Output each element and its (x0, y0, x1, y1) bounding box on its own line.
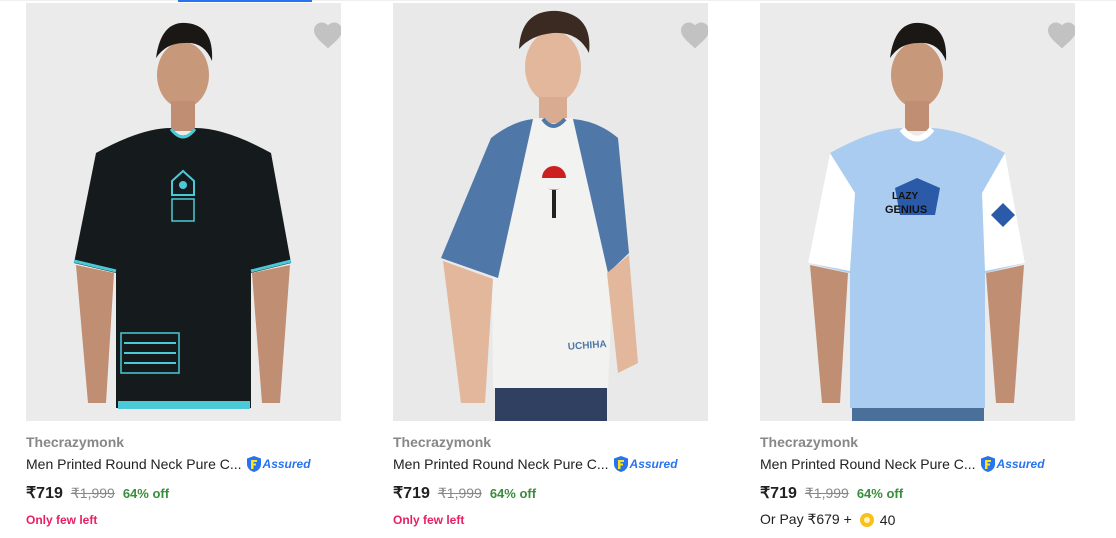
assured-badge: Assured (246, 455, 311, 473)
assured-shield-icon (980, 456, 995, 472)
brand-name: Thecrazymonk (393, 434, 492, 450)
mrp-price: ₹1,999 (804, 485, 849, 501)
product-title[interactable]: Men Printed Round Neck Pure C... Assured (393, 455, 678, 473)
product-title-text[interactable]: Men Printed Round Neck Pure C... (26, 456, 242, 472)
assured-label: Assured (996, 457, 1045, 471)
assured-shield-icon (613, 456, 628, 472)
heart-icon[interactable] (1046, 20, 1075, 50)
coin-count: 40 (879, 511, 896, 528)
pay-with-coins-prefix: Or Pay ₹679 + (760, 511, 852, 527)
mrp-price: ₹1,999 (70, 485, 115, 501)
product-card[interactable]: Thecrazymonk Men Printed Round Neck Pure… (26, 0, 366, 538)
product-title[interactable]: Men Printed Round Neck Pure C... Assured (26, 455, 311, 473)
price-row: ₹719 ₹1,999 64% off (393, 483, 536, 503)
stock-note: Only few left (26, 513, 98, 527)
selling-price: ₹719 (26, 485, 63, 502)
mrp-price: ₹1,999 (437, 485, 482, 501)
product-image[interactable] (26, 3, 341, 421)
discount-percent: 64% off (122, 486, 170, 501)
product-title-text[interactable]: Men Printed Round Neck Pure C... (393, 456, 609, 472)
assured-label: Assured (262, 457, 311, 471)
assured-badge: Assured (613, 455, 678, 473)
product-image[interactable]: GENIUS LAZY (760, 3, 1075, 421)
price-row: ₹719 ₹1,999 64% off (26, 483, 169, 503)
product-title-text[interactable]: Men Printed Round Neck Pure C... (760, 456, 976, 472)
discount-percent: 64% off (856, 486, 904, 501)
discount-percent: 64% off (489, 486, 537, 501)
product-image[interactable]: UCHIHA (393, 3, 708, 421)
heart-icon[interactable] (679, 20, 708, 50)
svg-text:LAZY: LAZY (892, 191, 918, 202)
assured-badge: Assured (980, 455, 1045, 473)
pay-with-coins: Or Pay ₹679 + 40 (760, 511, 895, 528)
price-row: ₹719 ₹1,999 64% off (760, 483, 903, 503)
selling-price: ₹719 (760, 485, 797, 502)
supercoin-icon (859, 512, 874, 527)
svg-text:GENIUS: GENIUS (885, 204, 927, 216)
assured-label: Assured (629, 457, 678, 471)
heart-icon[interactable] (312, 20, 341, 50)
product-card[interactable]: UCHIHA Thecrazymonk Men Printed Round Ne… (393, 0, 733, 538)
brand-name: Thecrazymonk (760, 434, 859, 450)
stock-note: Only few left (393, 513, 465, 527)
selling-price: ₹719 (393, 485, 430, 502)
assured-shield-icon (246, 456, 261, 472)
product-title[interactable]: Men Printed Round Neck Pure C... Assured (760, 455, 1045, 473)
product-card[interactable]: GENIUS LAZY Thecrazymonk Men Printed Rou… (760, 0, 1100, 538)
brand-name: Thecrazymonk (26, 434, 125, 450)
